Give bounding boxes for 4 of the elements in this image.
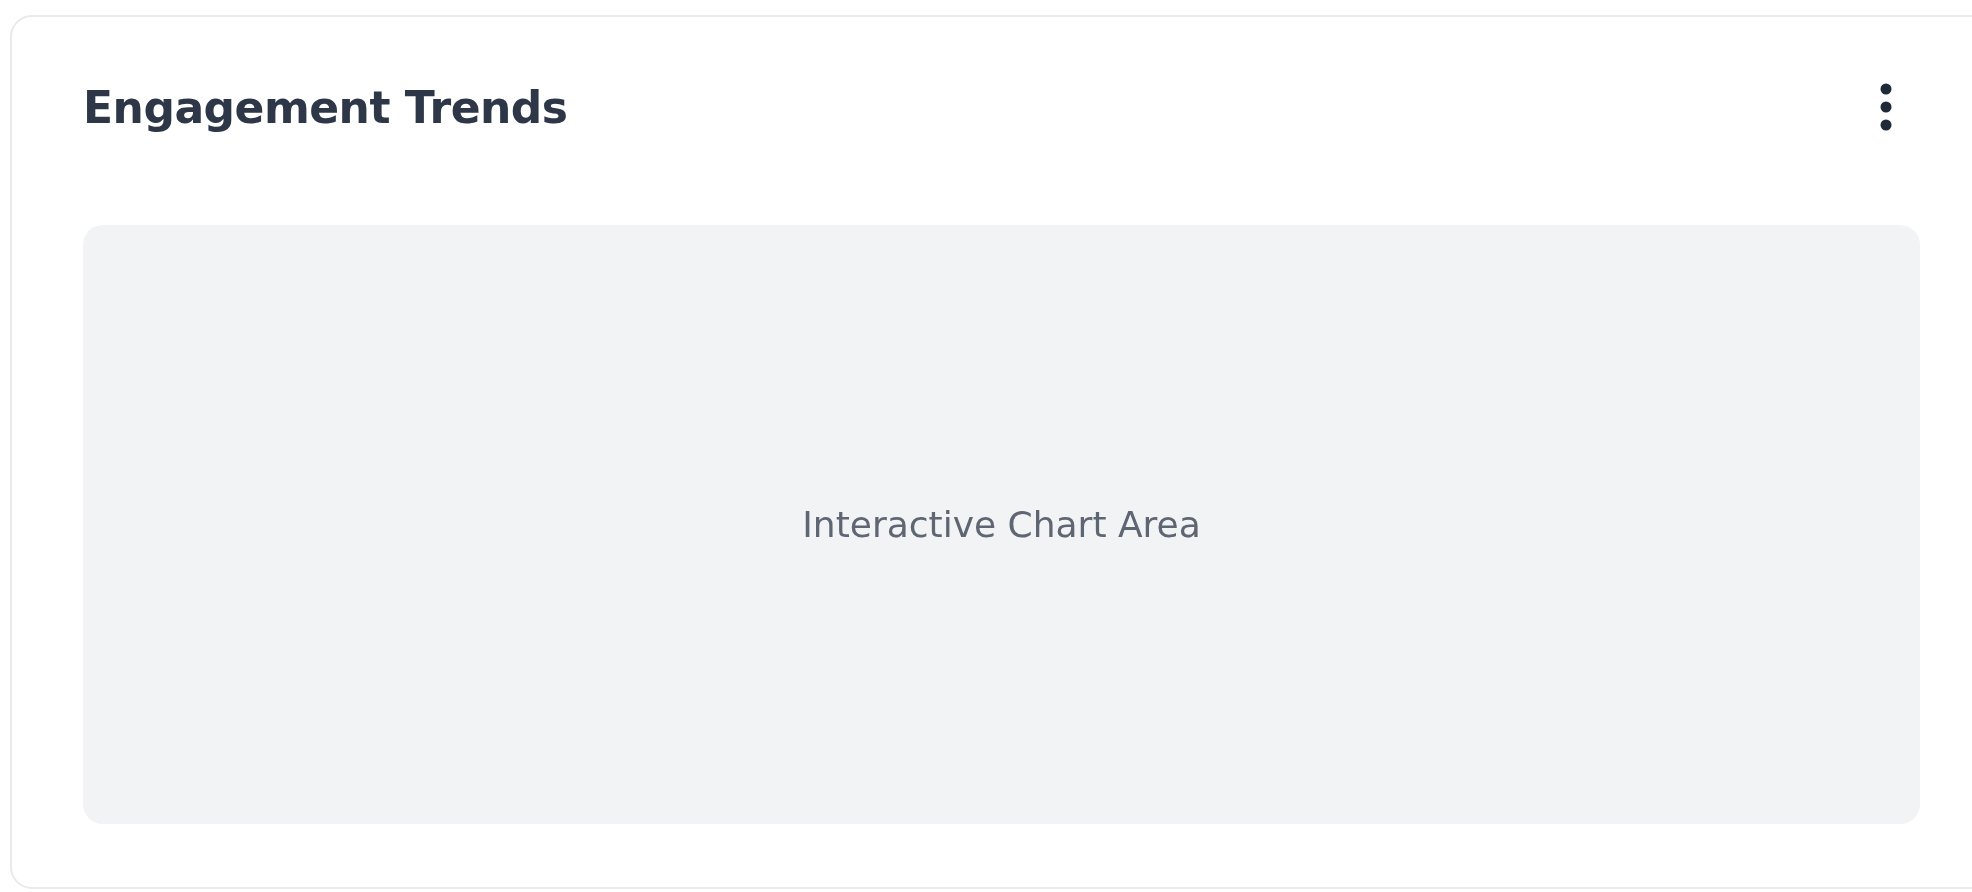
chart-placeholder-text: Interactive Chart Area (802, 504, 1201, 545)
more-icon (1879, 83, 1893, 131)
more-options-button[interactable] (1879, 83, 1893, 131)
card-title: Engagement Trends (83, 81, 568, 133)
